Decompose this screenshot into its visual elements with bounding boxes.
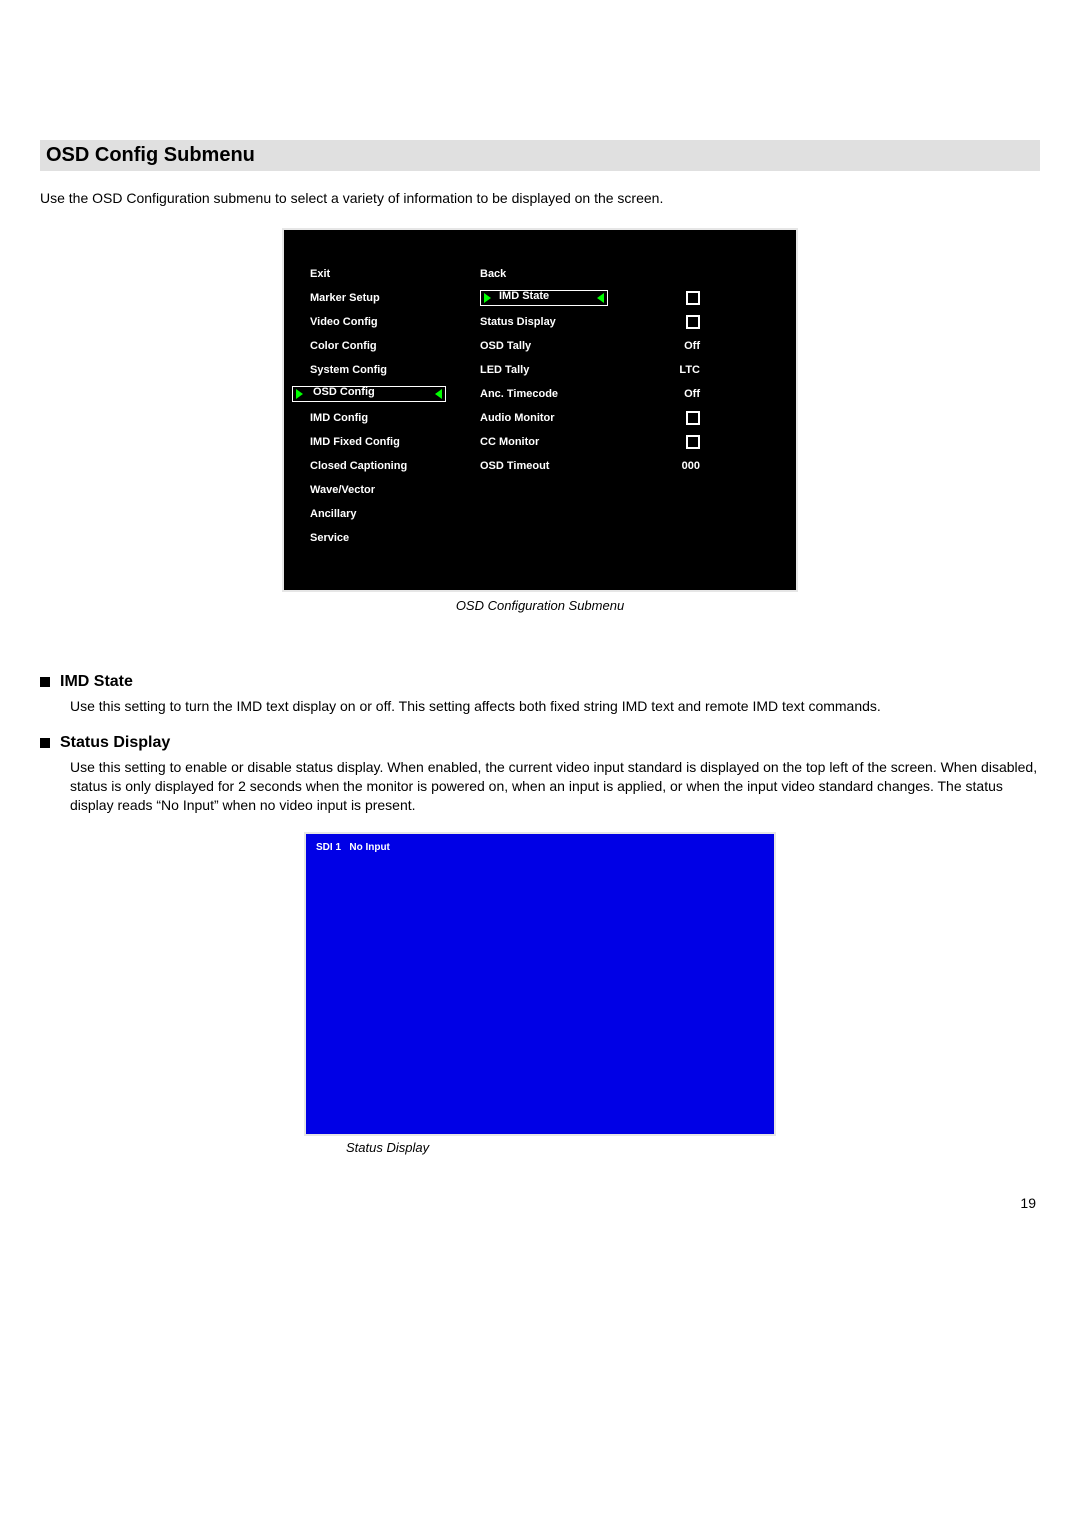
submenu-item-osd-tally: OSD Tally — [480, 340, 531, 352]
submenu-item-back: Back — [480, 268, 506, 280]
menu-label-osd-config: OSD Config — [307, 385, 431, 402]
value-osd-tally: Off — [684, 340, 700, 352]
square-bullet-icon — [40, 677, 50, 687]
body-status-display: Use this setting to enable or disable st… — [70, 758, 1040, 815]
submenu-item-audio-monitor: Audio Monitor — [480, 412, 555, 424]
menu-item-imd-fixed-config: IMD Fixed Config — [310, 436, 400, 448]
page-number: 19 — [40, 1195, 1036, 1211]
figure-caption-osd: OSD Configuration Submenu — [40, 598, 1040, 613]
submenu-selected-imd-state: IMD State — [480, 290, 608, 306]
submenu-item-osd-timeout: OSD Timeout — [480, 460, 549, 472]
checkbox-icon — [686, 291, 700, 305]
submenu-item-anc-timecode: Anc. Timecode — [480, 388, 558, 400]
section-heading: OSD Config Submenu — [40, 140, 1040, 171]
status-display-screenshot: SDI 1 No Input — [304, 832, 776, 1136]
subheading-status-display: Status Display — [60, 734, 170, 752]
submenu-item-status-display: Status Display — [480, 316, 556, 328]
checkbox-icon — [686, 435, 700, 449]
arrow-right-icon — [484, 293, 491, 303]
menu-item-wave-vector: Wave/Vector — [310, 484, 375, 496]
arrow-right-icon — [296, 389, 303, 399]
menu-item-system-config: System Config — [310, 364, 387, 376]
menu-selected-osd-config: OSD Config — [292, 386, 446, 402]
intro-text: Use the OSD Configuration submenu to sel… — [40, 189, 1040, 208]
value-osd-timeout: 000 — [682, 460, 700, 472]
arrow-left-icon — [435, 389, 442, 399]
submenu-label-imd-state: IMD State — [495, 289, 593, 306]
value-anc-timecode: Off — [684, 388, 700, 400]
menu-item-service: Service — [310, 532, 349, 544]
menu-item-exit: Exit — [310, 268, 330, 280]
checkbox-icon — [686, 411, 700, 425]
square-bullet-icon — [40, 738, 50, 748]
arrow-left-icon — [597, 293, 604, 303]
figure-caption-status-display: Status Display — [346, 1140, 1040, 1155]
menu-item-ancillary: Ancillary — [310, 508, 356, 520]
osd-menu-screenshot: Exit Back Marker Setup IMD State Video C… — [282, 228, 798, 592]
menu-item-imd-config: IMD Config — [310, 412, 368, 424]
status-text-no-input: SDI 1 No Input — [316, 842, 390, 853]
body-imd-state: Use this setting to turn the IMD text di… — [70, 697, 1040, 716]
menu-item-marker-setup: Marker Setup — [310, 292, 380, 304]
submenu-item-cc-monitor: CC Monitor — [480, 436, 539, 448]
menu-item-closed-captioning: Closed Captioning — [310, 460, 407, 472]
value-led-tally: LTC — [679, 364, 700, 376]
checkbox-icon — [686, 315, 700, 329]
subheading-imd-state: IMD State — [60, 673, 133, 691]
menu-item-color-config: Color Config — [310, 340, 377, 352]
menu-item-video-config: Video Config — [310, 316, 378, 328]
submenu-item-led-tally: LED Tally — [480, 364, 529, 376]
